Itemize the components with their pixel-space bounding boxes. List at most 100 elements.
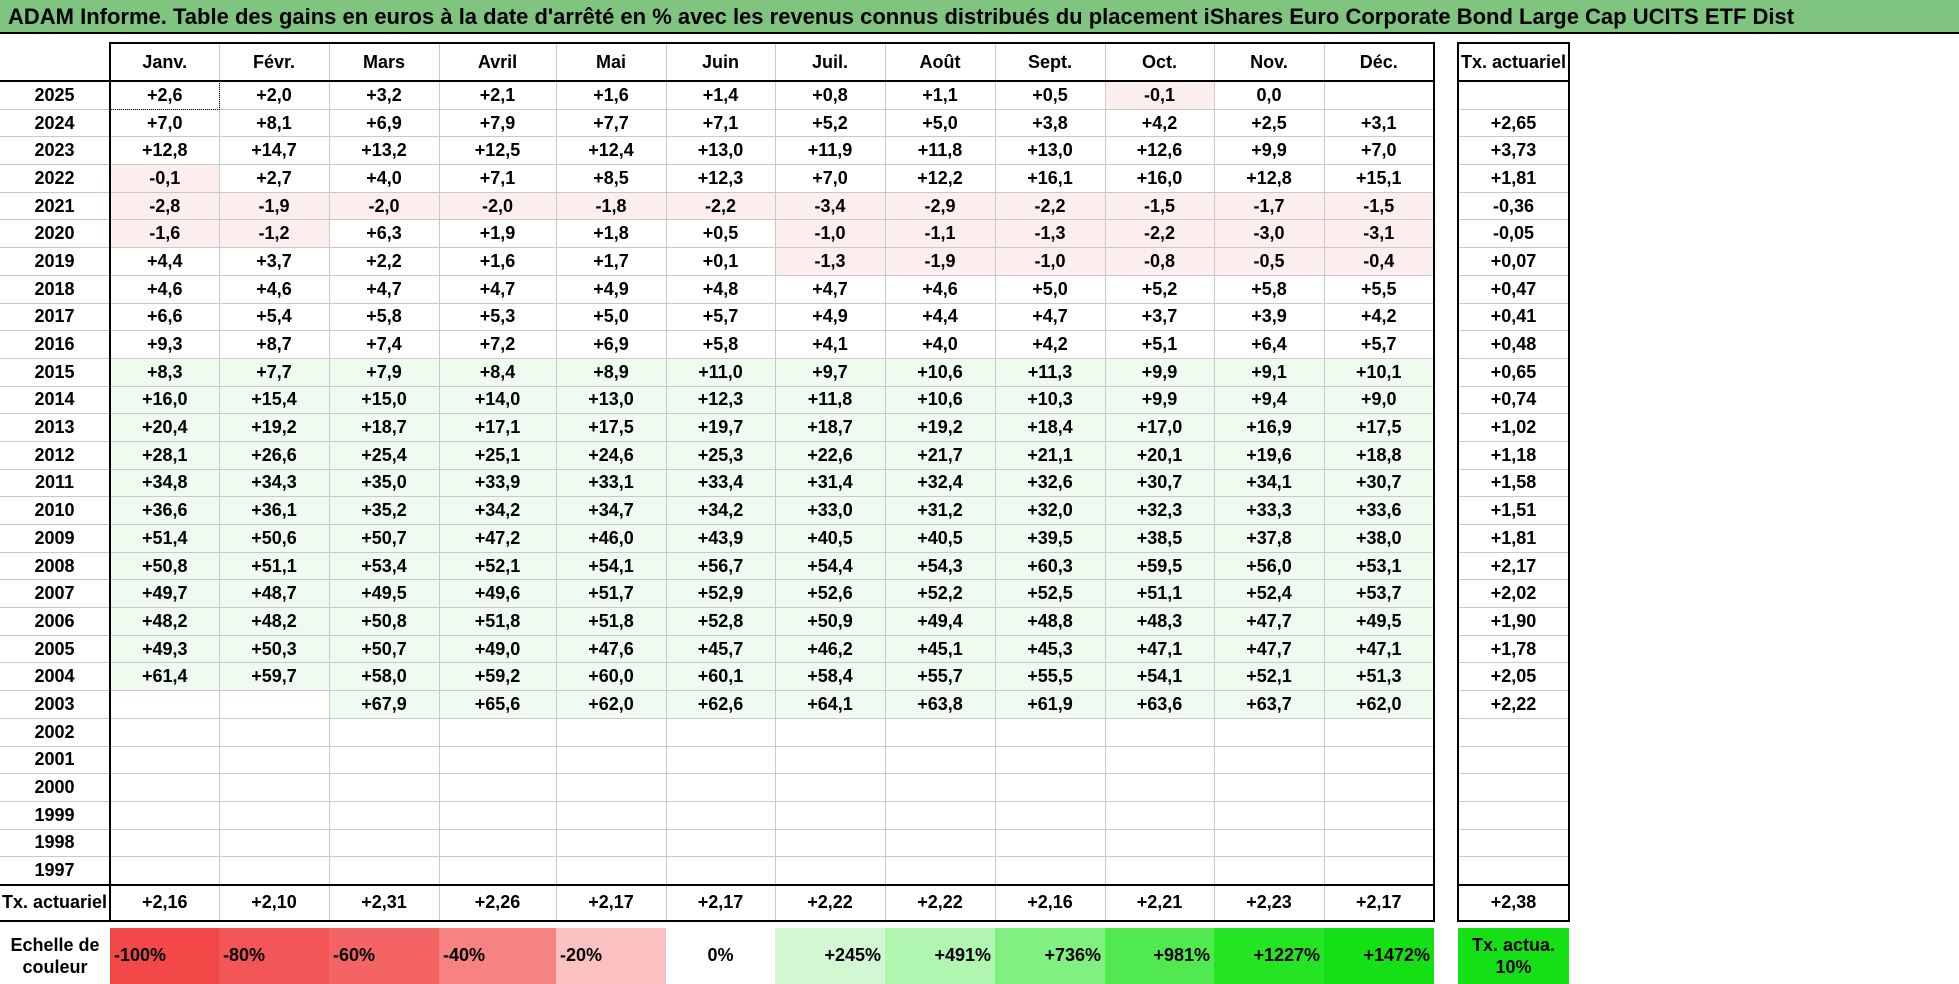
gain-cell[interactable]: +21,7	[885, 441, 996, 470]
gain-cell[interactable]: +47,6	[556, 635, 667, 664]
gain-cell[interactable]: +4,4	[885, 303, 996, 332]
gain-cell[interactable]	[995, 718, 1106, 747]
gain-cell[interactable]: +67,9	[329, 690, 440, 719]
gain-cell[interactable]: +17,5	[556, 413, 667, 442]
gain-cell[interactable]: +22,6	[775, 441, 886, 470]
gain-cell[interactable]: +7,7	[219, 358, 330, 387]
gain-cell[interactable]: +12,2	[885, 164, 996, 193]
gain-cell[interactable]: +51,3	[1324, 662, 1435, 692]
gain-cell[interactable]: +49,5	[1324, 607, 1435, 636]
gain-cell[interactable]: +58,4	[775, 662, 886, 692]
gain-cell[interactable]: +32,4	[885, 469, 996, 498]
gain-cell[interactable]: +7,9	[439, 109, 557, 138]
gain-cell[interactable]: +4,1	[775, 330, 886, 359]
tx-cell[interactable]	[1457, 829, 1570, 858]
gain-cell[interactable]: +9,9	[1214, 136, 1325, 166]
gain-cell[interactable]: +56,0	[1214, 552, 1325, 581]
gain-cell[interactable]: +5,8	[329, 303, 440, 332]
gain-cell[interactable]: +49,6	[439, 579, 557, 609]
gain-cell[interactable]: +45,1	[885, 635, 996, 664]
gain-cell[interactable]	[110, 718, 220, 747]
gain-cell[interactable]	[775, 856, 886, 886]
gain-cell[interactable]	[995, 773, 1106, 802]
tx-cell[interactable]: +1,81	[1457, 164, 1570, 193]
gain-cell[interactable]: +62,6	[666, 690, 776, 719]
gain-cell[interactable]: +63,6	[1105, 690, 1215, 719]
gain-cell[interactable]	[110, 746, 220, 775]
gain-cell[interactable]: +46,0	[556, 524, 667, 553]
gain-cell[interactable]	[1105, 829, 1215, 858]
gain-cell[interactable]: +9,9	[1105, 386, 1215, 415]
gain-cell[interactable]	[110, 690, 220, 719]
gain-cell[interactable]: +55,7	[885, 662, 996, 692]
average-cell[interactable]: +2,23	[1214, 883, 1325, 922]
gain-cell[interactable]: +1,8	[556, 219, 667, 249]
gain-cell[interactable]: +8,7	[219, 330, 330, 359]
gain-cell[interactable]	[775, 801, 886, 830]
gain-cell[interactable]: +15,1	[1324, 164, 1435, 193]
gain-cell[interactable]: +0,5	[995, 81, 1106, 110]
gain-cell[interactable]: +61,4	[110, 662, 220, 692]
tx-cell[interactable]	[1457, 81, 1570, 110]
gain-cell[interactable]: +7,0	[775, 164, 886, 193]
tx-cell[interactable]: +2,65	[1457, 109, 1570, 138]
gain-cell[interactable]	[995, 801, 1106, 830]
gain-cell[interactable]: +49,3	[110, 635, 220, 664]
gain-cell[interactable]: +33,6	[1324, 496, 1435, 525]
gain-cell[interactable]: +49,4	[885, 607, 996, 636]
gain-cell[interactable]: +5,8	[666, 330, 776, 359]
gain-cell[interactable]: -2,2	[995, 192, 1106, 221]
gain-cell[interactable]: 0,0	[1214, 81, 1325, 110]
gain-cell[interactable]	[110, 829, 220, 858]
gain-cell[interactable]: +53,4	[329, 552, 440, 581]
gain-cell[interactable]: +54,4	[775, 552, 886, 581]
gain-cell[interactable]: +34,2	[439, 496, 557, 525]
gain-cell[interactable]	[219, 746, 330, 775]
gain-cell[interactable]: +33,1	[556, 469, 667, 498]
gain-cell[interactable]: +19,7	[666, 413, 776, 442]
gain-cell[interactable]: -2,0	[329, 192, 440, 221]
gain-cell[interactable]: +33,9	[439, 469, 557, 498]
gain-cell[interactable]: +7,0	[1324, 136, 1435, 166]
gain-cell[interactable]: +45,7	[666, 635, 776, 664]
gain-cell[interactable]: +16,0	[1105, 164, 1215, 193]
gain-cell[interactable]	[1324, 829, 1435, 858]
gain-cell[interactable]	[775, 746, 886, 775]
gain-cell[interactable]: +12,6	[1105, 136, 1215, 166]
gain-cell[interactable]: +3,9	[1214, 303, 1325, 332]
gain-cell[interactable]: +59,7	[219, 662, 330, 692]
gain-cell[interactable]: +33,4	[666, 469, 776, 498]
gain-cell[interactable]: +1,4	[666, 81, 776, 110]
gain-cell[interactable]: -1,9	[885, 247, 996, 276]
gain-cell[interactable]	[775, 773, 886, 802]
gain-cell[interactable]: +48,3	[1105, 607, 1215, 636]
gain-cell[interactable]	[1214, 829, 1325, 858]
gain-cell[interactable]: +58,0	[329, 662, 440, 692]
average-cell[interactable]: +2,16	[110, 883, 220, 922]
gain-cell[interactable]: -0,8	[1105, 247, 1215, 276]
gain-cell[interactable]: +17,5	[1324, 413, 1435, 442]
gain-cell[interactable]: +17,0	[1105, 413, 1215, 442]
gain-cell[interactable]	[219, 718, 330, 747]
gain-cell[interactable]	[110, 801, 220, 830]
gain-cell[interactable]: +49,0	[439, 635, 557, 664]
gain-cell[interactable]: +34,2	[666, 496, 776, 525]
gain-cell[interactable]: +1,1	[885, 81, 996, 110]
tx-cell[interactable]: +0,07	[1457, 247, 1570, 276]
gain-cell[interactable]: +28,1	[110, 441, 220, 470]
tx-cell[interactable]: +0,74	[1457, 386, 1570, 415]
gain-cell[interactable]: +50,7	[329, 635, 440, 664]
gain-cell[interactable]: +48,7	[219, 579, 330, 609]
gain-cell[interactable]: +52,8	[666, 607, 776, 636]
gain-cell[interactable]: +2,2	[329, 247, 440, 276]
gain-cell[interactable]: +10,3	[995, 386, 1106, 415]
gain-cell[interactable]: +47,1	[1324, 635, 1435, 664]
gain-cell[interactable]: -1,1	[885, 219, 996, 249]
gain-cell[interactable]: +18,7	[775, 413, 886, 442]
gain-cell[interactable]	[329, 801, 440, 830]
gain-cell[interactable]: +54,1	[556, 552, 667, 581]
average-cell[interactable]: +2,26	[439, 883, 557, 922]
gain-cell[interactable]: +1,7	[556, 247, 667, 276]
gain-cell[interactable]: +26,6	[219, 441, 330, 470]
gain-cell[interactable]: +50,8	[110, 552, 220, 581]
